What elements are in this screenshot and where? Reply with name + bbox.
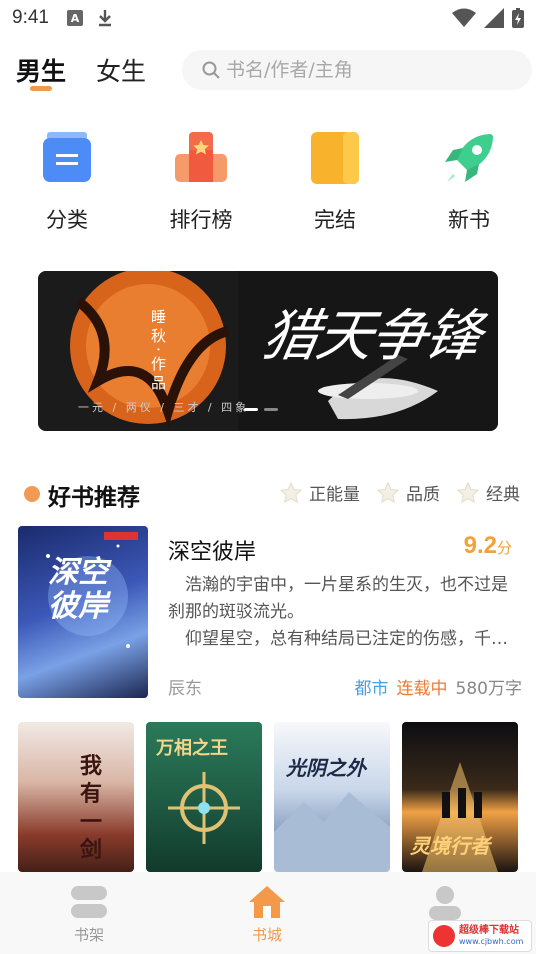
featured-book[interactable]: 深空彼岸 深空彼岸 9.2分 浩瀚的宇宙中，一片星系的生灭，也不过是刹那的斑驳流… [18, 526, 522, 700]
tab-label: 书架 [73, 926, 104, 944]
rocket-icon [445, 134, 493, 182]
book-author: 辰东 [168, 679, 202, 699]
a-notification-icon: A [66, 10, 83, 26]
category-label: 新书 [448, 208, 490, 232]
score-value: 9.2 [463, 532, 497, 559]
cover-title: 我有一剑 [80, 753, 103, 863]
watermark-text: 超级棒下载站 www.cjbwh.com [459, 925, 523, 947]
search-bar[interactable] [182, 50, 532, 90]
desc-line: 浩瀚的宇宙中，一片星系的生灭，也不过是刹那的斑驳流光。 [168, 575, 508, 622]
category-label: 完结 [314, 208, 356, 232]
watermark-logo-icon [433, 925, 455, 947]
bookshelf-icon [71, 886, 107, 918]
star-icon [279, 481, 303, 503]
banner-title: 猎天争锋 [257, 304, 485, 369]
tab-store[interactable]: 书城 [178, 872, 356, 954]
pager-dot[interactable] [264, 408, 278, 411]
cover-title: 深空彼岸 [48, 555, 108, 624]
cover-title: 光阴之外 [286, 756, 366, 780]
signal-icon [484, 8, 504, 28]
book-cover[interactable]: 万相之王 [146, 722, 262, 872]
word-count: 580万字 [455, 679, 522, 699]
desc-line: 仰望星空，总有种结局已注定的伤感，千… [185, 629, 508, 649]
book-cover[interactable]: 深空彼岸 [18, 526, 148, 698]
category-grid: 分类 排行榜 完结 新书 [0, 130, 536, 240]
tab-label: 书城 [251, 926, 282, 944]
cover-title: 灵境行者 [410, 834, 490, 858]
top-header: 男生 女生 [0, 46, 536, 102]
score-unit: 分 [496, 540, 512, 557]
star-icon [456, 481, 480, 503]
genre-tag: 都市 [354, 679, 389, 699]
status-bar: 9:41 A [0, 0, 536, 36]
search-icon [202, 61, 220, 79]
filter-classic[interactable]: 经典 [456, 480, 520, 505]
category-icon [43, 132, 91, 182]
banner-motto: 一元 / 两仪 / 三才 / 四象 [78, 401, 250, 414]
book-cover[interactable]: 光阴之外 [274, 722, 390, 872]
category-item-ranking[interactable]: 排行榜 [134, 130, 268, 240]
star-icon [376, 481, 400, 503]
book-cover-row: 我有一剑 万相之王 光阴之外 灵境行者 [18, 722, 518, 872]
section-dot-icon [24, 486, 40, 502]
section-title: 好书推荐 [48, 484, 140, 511]
filter-label: 正能量 [309, 485, 360, 505]
battery-icon [512, 8, 524, 28]
book-cover[interactable]: 灵境行者 [402, 722, 518, 872]
book-title[interactable]: 深空彼岸 [168, 534, 256, 566]
status-time: 9:41 [12, 7, 49, 28]
filter-quality[interactable]: 品质 [376, 480, 440, 505]
tab-bookshelf[interactable]: 书架 [0, 872, 178, 954]
recommend-filters: 正能量 品质 经典 [279, 480, 520, 505]
download-icon [98, 10, 111, 27]
book-description: 浩瀚的宇宙中，一片星系的生灭，也不过是刹那的斑驳流光。 仰望星空，总有种结局已注… [168, 572, 520, 653]
site-watermark: 超级棒下载站 www.cjbwh.com [428, 920, 532, 952]
category-label: 分类 [46, 208, 88, 232]
category-item-finished[interactable]: 完结 [268, 130, 402, 240]
banner-pager [244, 408, 278, 411]
ranking-icon [175, 132, 227, 182]
promo-banner[interactable]: 睡秋·作品 猎天争锋 一元 / 两仪 / 三才 / 四象 [38, 271, 498, 431]
filter-label: 经典 [486, 485, 520, 505]
cover-art [274, 792, 390, 872]
pager-dot[interactable] [244, 408, 258, 411]
watermark-line2: www.cjbwh.com [459, 937, 524, 946]
profile-icon [429, 886, 461, 920]
banner-author: 睡秋·作品 [149, 309, 167, 394]
book-tags: 都市 连载中 580万字 [355, 674, 522, 699]
wifi-icon [452, 8, 476, 27]
category-item-new[interactable]: 新书 [402, 130, 536, 240]
tab-indicator [30, 86, 52, 91]
status-tag: 连载中 [396, 679, 448, 699]
category-label: 排行榜 [169, 208, 233, 232]
filter-positive[interactable]: 正能量 [279, 480, 360, 505]
watermark-line1: 超级棒下载站 [459, 925, 519, 936]
tab-male[interactable]: 男生 [16, 52, 66, 88]
filter-label: 品质 [406, 485, 440, 505]
search-input[interactable] [226, 59, 506, 81]
category-item-classify[interactable]: 分类 [0, 130, 134, 240]
recommend-header: 好书推荐 正能量 品质 经典 [0, 476, 536, 511]
home-icon [249, 886, 285, 918]
book-cover[interactable]: 我有一剑 [18, 722, 134, 872]
tab-female[interactable]: 女生 [96, 52, 146, 88]
cover-title: 万相之王 [156, 738, 228, 759]
book-score: 9.2分 [464, 532, 512, 560]
finished-icon [311, 132, 359, 184]
